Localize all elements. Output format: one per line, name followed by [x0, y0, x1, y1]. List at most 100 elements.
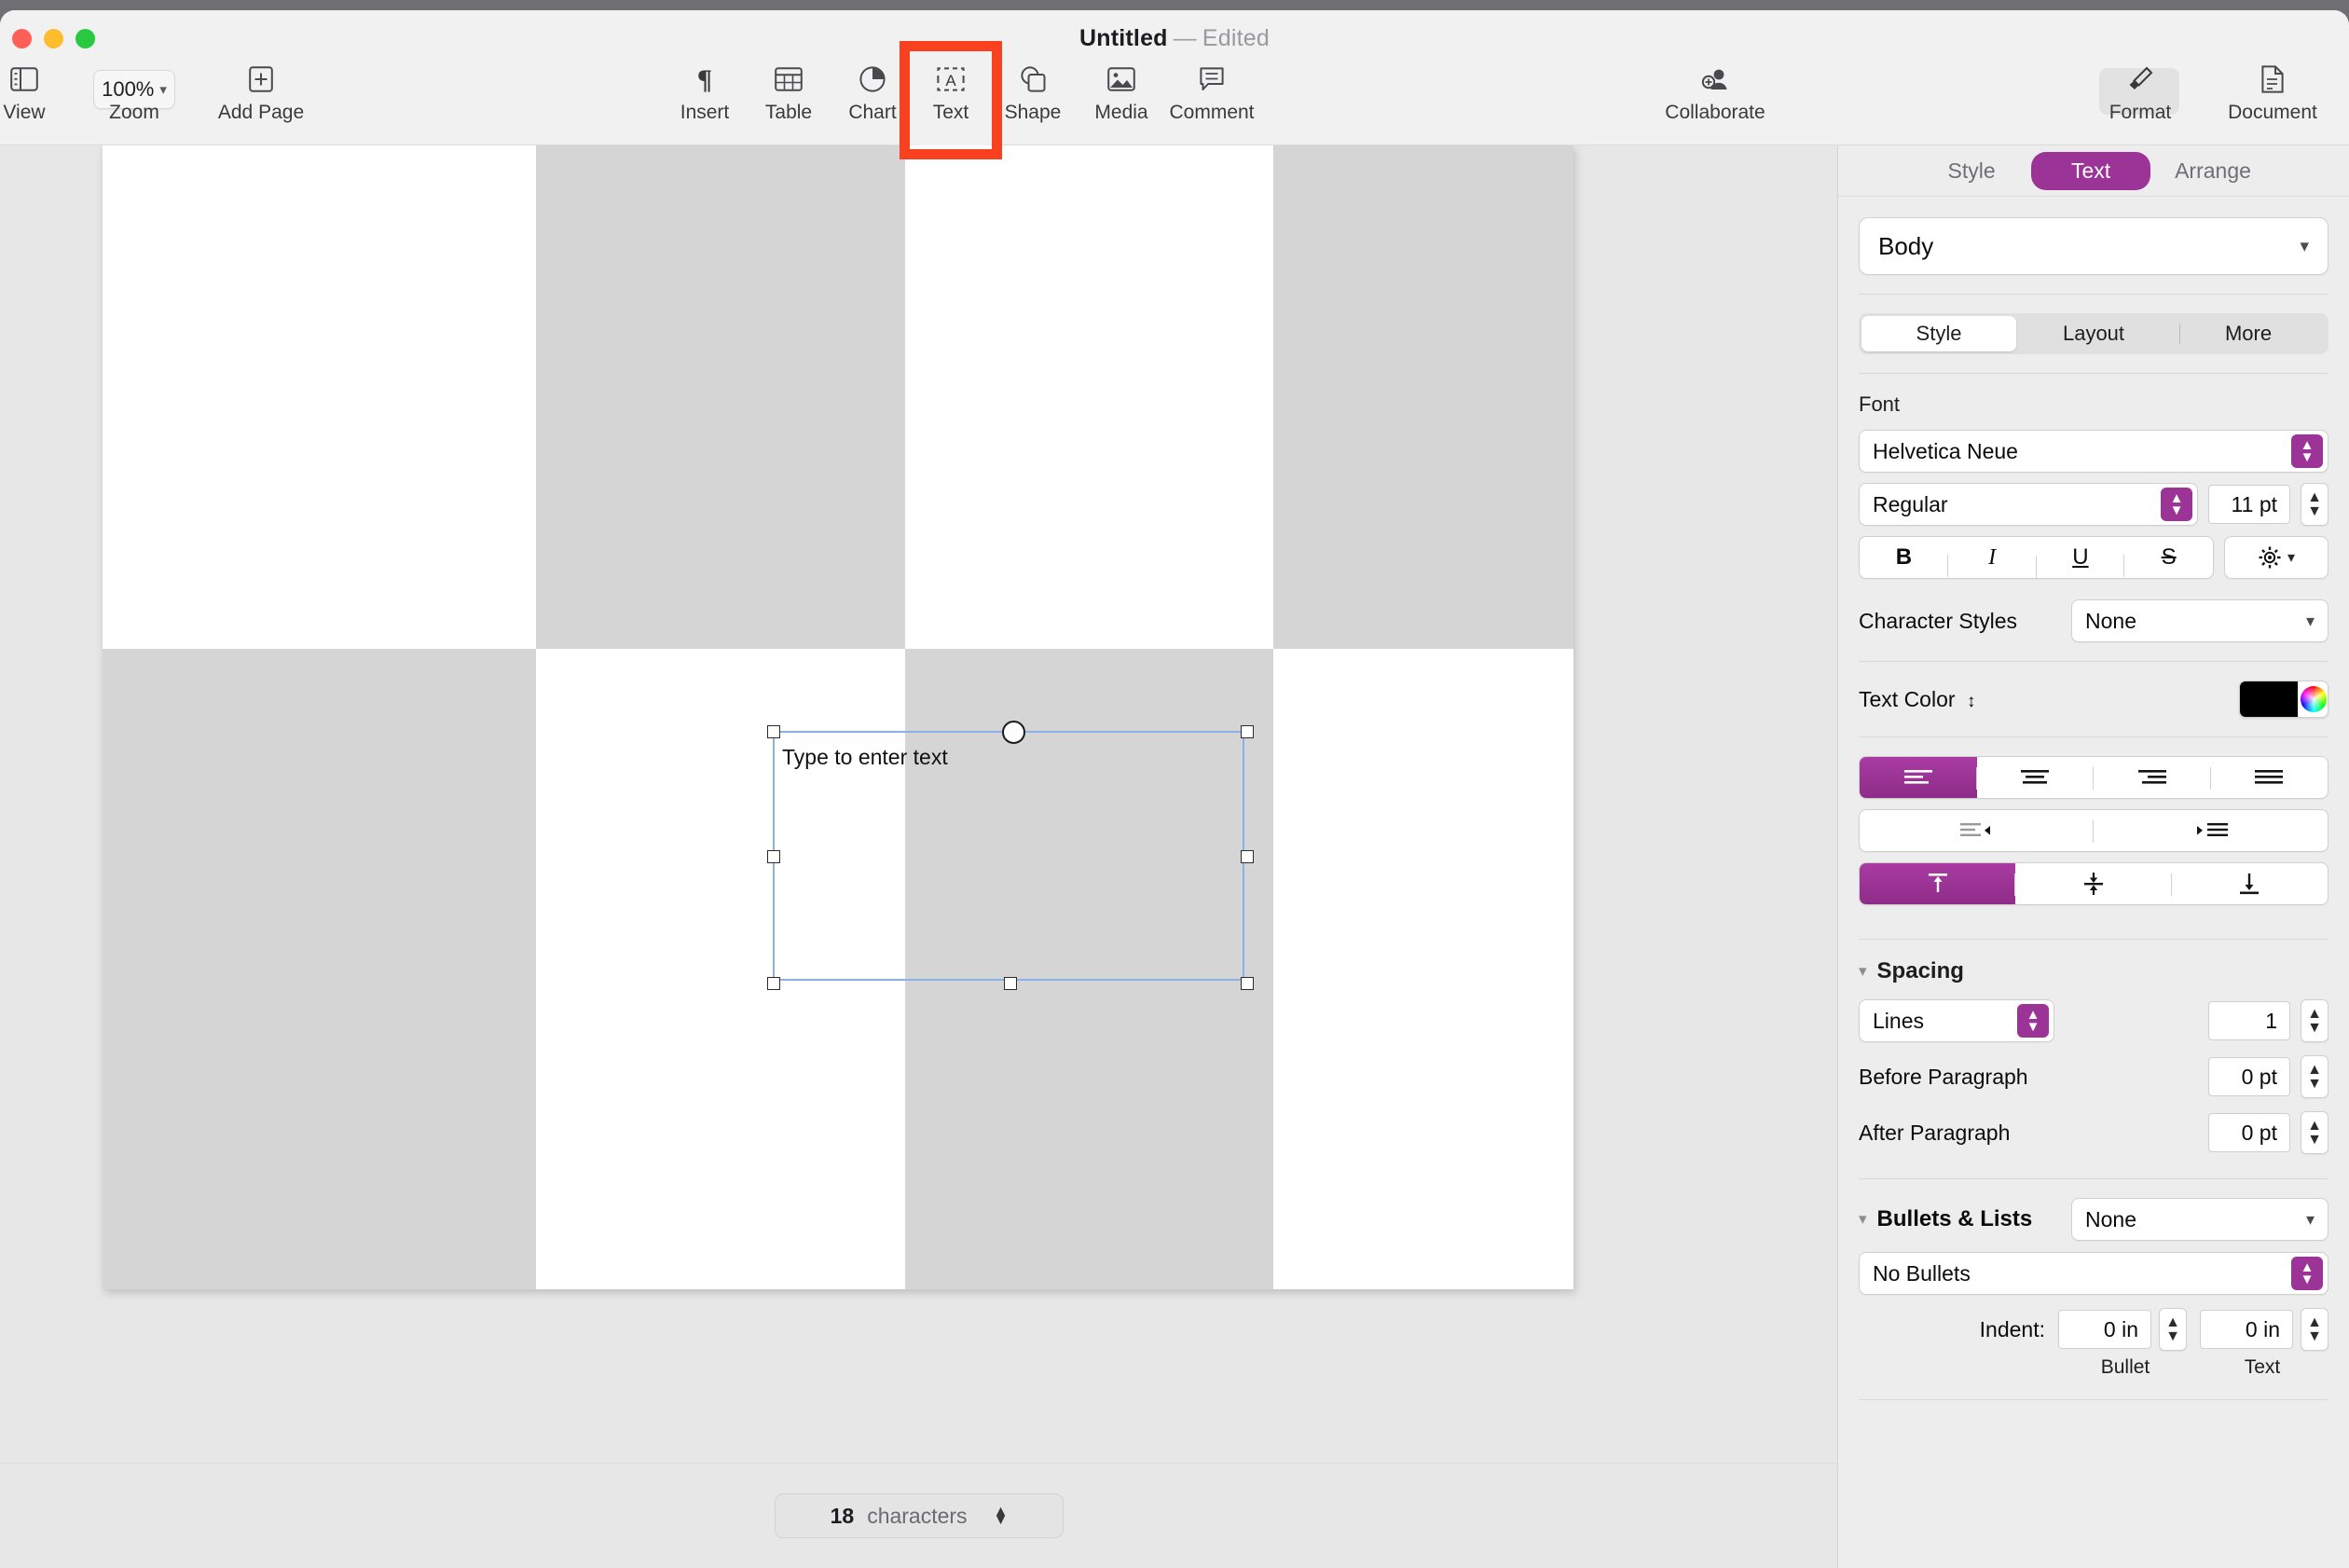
stepper-updown-icon[interactable]: ▲ ▼ — [2161, 488, 2192, 521]
toolbar-item-shape[interactable]: Shape — [988, 63, 1078, 124]
before-paragraph-input[interactable]: 0 pt — [2208, 1057, 2290, 1096]
align-bottom-button[interactable] — [2172, 863, 2328, 904]
italic-button[interactable]: I — [1948, 545, 2037, 578]
align-top-button[interactable] — [1860, 863, 2016, 904]
strikethrough-button[interactable]: S — [2124, 544, 2213, 571]
bullets-section-title: Bullets & Lists — [1876, 1206, 2033, 1231]
align-left-icon — [1903, 770, 1932, 784]
text-indent-input[interactable]: 0 in — [2200, 1310, 2293, 1349]
toolbar-item-view[interactable]: View — [0, 63, 69, 124]
sidebar-icon — [10, 63, 38, 95]
toolbar-item-table[interactable]: Table — [744, 63, 833, 124]
stepper-updown-icon[interactable]: ↕ — [1967, 692, 1976, 711]
chevron-down-icon: ▾ — [2300, 236, 2309, 256]
document-canvas[interactable]: Type to enter text 18 characters ▲ ▼ — [0, 145, 1838, 1568]
align-left-button[interactable] — [1860, 757, 1977, 798]
resize-handle-top-right[interactable] — [1241, 725, 1254, 738]
tab-arrange[interactable]: Arrange — [2150, 152, 2275, 190]
align-right-button[interactable] — [2094, 757, 2211, 798]
toolbar-item-text[interactable]: A Text — [906, 63, 996, 124]
bullet-indent-input[interactable]: 0 in — [2058, 1310, 2151, 1349]
font-size-input[interactable]: 11 pt — [2208, 485, 2290, 524]
character-styles-select[interactable]: None ▾ — [2071, 599, 2328, 642]
resize-handle-middle-left[interactable] — [767, 850, 780, 863]
resize-handle-bottom-middle[interactable] — [1004, 977, 1017, 990]
toolbar-item-add-page[interactable]: Add Page — [216, 63, 306, 124]
stepper-updown-icon[interactable]: ▲ ▼ — [2017, 1004, 2049, 1038]
document-edited-state: Edited — [1202, 25, 1270, 51]
decrease-indent-icon — [1959, 823, 1990, 836]
bullets-preset-select[interactable]: None ▾ — [2071, 1198, 2328, 1241]
toolbar-item-comment[interactable]: Comment — [1167, 63, 1257, 124]
line-spacing-mode-select[interactable]: Lines ▲ ▼ — [1859, 999, 2054, 1042]
chevron-down-icon: ▾ — [2287, 550, 2296, 566]
toolbar-item-chart[interactable]: Chart — [828, 63, 917, 124]
text-color-row: Text Color ↕ — [1859, 681, 2328, 718]
selected-text-box[interactable]: Type to enter text — [767, 721, 1254, 990]
pie-chart-icon — [859, 63, 886, 95]
line-spacing-input[interactable]: 1 — [2208, 1001, 2290, 1040]
align-justify-button[interactable] — [2211, 757, 2328, 798]
toolbar-item-collaborate[interactable]: Collaborate — [1650, 63, 1780, 124]
tab-style[interactable]: Style — [1912, 152, 2031, 190]
resize-handle-middle-right[interactable] — [1241, 850, 1254, 863]
text-color-label-text: Text Color — [1859, 686, 1956, 711]
character-count-select[interactable]: 18 characters ▲ ▼ — [775, 1493, 1064, 1538]
stepper-updown-icon[interactable]: ▲ ▼ — [2291, 1257, 2323, 1290]
divider — [1859, 661, 2328, 662]
toolbar-item-document[interactable]: Document — [2217, 63, 2328, 124]
text-color-swatch[interactable] — [2240, 681, 2298, 717]
font-size-stepper[interactable]: ▲ ▼ — [2301, 483, 2328, 526]
resize-handle-bottom-right[interactable] — [1241, 977, 1254, 990]
stepper-updown-icon[interactable]: ▲ ▼ — [2291, 434, 2323, 468]
divider — [1859, 373, 2328, 374]
character-styles-row: Character Styles None ▾ — [1859, 599, 2328, 642]
resize-handle-top-left[interactable] — [767, 725, 780, 738]
spacing-section-title: Spacing — [1876, 958, 1964, 983]
decrease-indent-button[interactable] — [1860, 810, 2094, 851]
collaborate-icon — [1700, 63, 1730, 95]
before-paragraph-stepper[interactable]: ▲ ▼ — [2301, 1055, 2328, 1098]
underline-button[interactable]: U — [2037, 544, 2125, 577]
after-paragraph-input[interactable]: 0 pt — [2208, 1113, 2290, 1152]
text-color-well[interactable] — [2239, 681, 2328, 718]
bold-button[interactable]: B — [1860, 544, 1948, 577]
text-box-placeholder[interactable]: Type to enter text — [782, 745, 948, 770]
resize-handle-bottom-left[interactable] — [767, 977, 780, 990]
bullet-indent-stepper[interactable]: ▲ ▼ — [2159, 1308, 2187, 1351]
font-weight-select[interactable]: Regular ▲ ▼ — [1859, 483, 2198, 526]
rotation-handle[interactable] — [1002, 721, 1025, 744]
chevron-down-icon[interactable]: ▾ — [1859, 962, 1867, 981]
toolbar-item-format[interactable]: Format — [2095, 63, 2185, 124]
toolbar: Untitled — Edited View 100% ▾ Zoom Add Pag… — [0, 10, 2349, 149]
horizontal-alignment-group — [1859, 756, 2328, 799]
font-family-select[interactable]: Helvetica Neue ▲ ▼ — [1859, 430, 2328, 473]
line-spacing-value: 1 — [2265, 1008, 2277, 1033]
align-middle-button[interactable] — [2015, 863, 2172, 904]
tab-text[interactable]: Text — [2031, 151, 2151, 190]
spacing-section-header[interactable]: ▾ Spacing — [1859, 958, 2328, 984]
before-paragraph-label: Before Paragraph — [1859, 1064, 2028, 1089]
color-wheel-icon[interactable] — [2301, 686, 2327, 712]
toolbar-item-insert[interactable]: ¶ Insert — [660, 63, 749, 124]
font-options-button[interactable]: ▾ — [2224, 536, 2328, 579]
line-spacing-stepper[interactable]: ▲ ▼ — [2301, 999, 2328, 1042]
subtab-more[interactable]: More — [2171, 316, 2326, 351]
line-spacing-mode-value: Lines — [1873, 1008, 1924, 1033]
subtab-layout[interactable]: Layout — [2016, 316, 2171, 351]
toolbar-item-media[interactable]: Media — [1077, 63, 1166, 124]
document-page[interactable]: Type to enter text — [103, 145, 1573, 1289]
svg-text:A: A — [945, 72, 956, 89]
align-center-button[interactable] — [1977, 757, 2094, 798]
character-styles-value: None — [2085, 608, 2136, 633]
paragraph-style-select[interactable]: Body ▾ — [1859, 217, 2328, 275]
text-indent-stepper[interactable]: ▲ ▼ — [2301, 1308, 2328, 1351]
subtab-style[interactable]: Style — [1861, 316, 2016, 351]
bullet-type-select[interactable]: No Bullets ▲ ▼ — [1859, 1252, 2328, 1295]
chevron-down-icon[interactable]: ▾ — [1859, 1210, 1867, 1229]
indent-captions: Bullet Text — [1859, 1356, 2328, 1379]
increase-indent-button[interactable] — [2094, 810, 2328, 851]
after-paragraph-stepper[interactable]: ▲ ▼ — [2301, 1111, 2328, 1154]
table-icon — [775, 63, 803, 95]
stepper-updown-icon: ▲ ▼ — [993, 1504, 1009, 1528]
